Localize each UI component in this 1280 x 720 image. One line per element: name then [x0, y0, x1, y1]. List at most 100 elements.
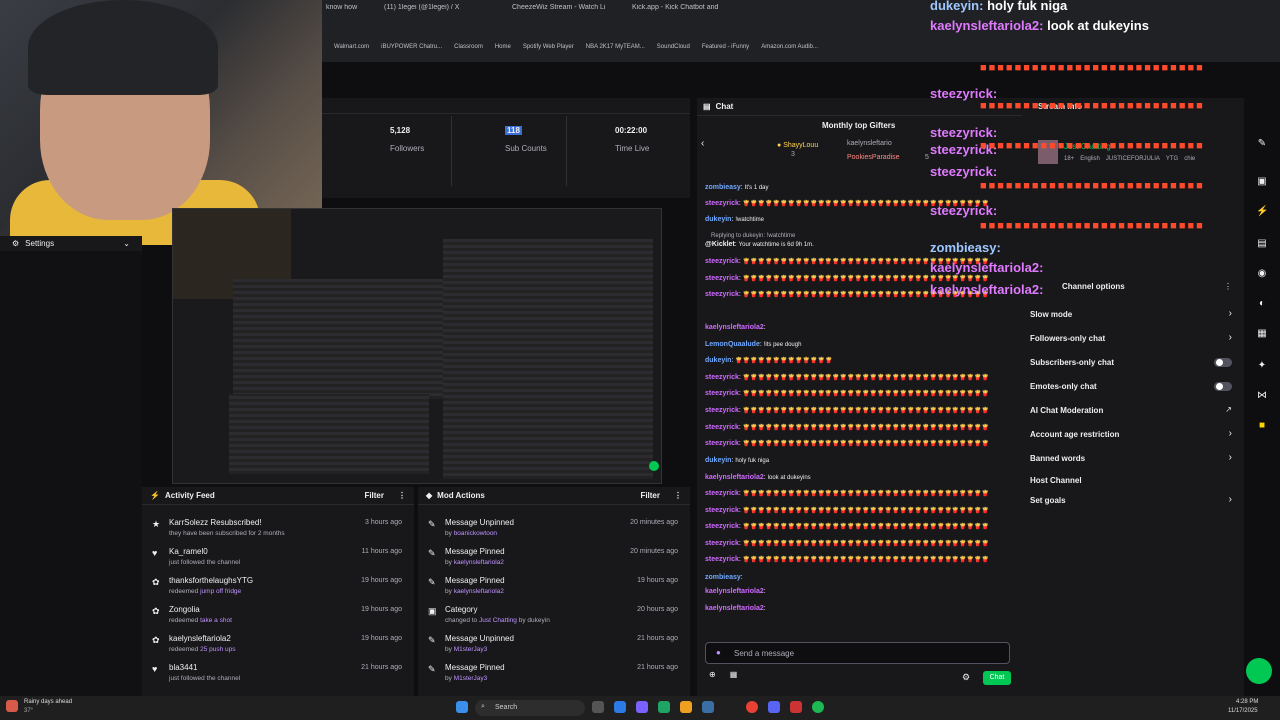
- layout-icon[interactable]: ▦: [1256, 328, 1268, 340]
- panel-title: Mod Actions: [437, 491, 485, 500]
- browser-tab[interactable]: Kick.app - Kick Chatbot and: [632, 4, 742, 18]
- more-icon[interactable]: ⋮: [674, 491, 682, 500]
- overlay-username: kaelynsleftariola2: [930, 18, 1040, 33]
- help-button[interactable]: [1246, 658, 1272, 684]
- windows-start-icon[interactable]: [456, 701, 468, 713]
- emote-icon[interactable]: ⊕: [709, 670, 716, 684]
- toggle-switch[interactable]: [1214, 358, 1232, 367]
- bookmark[interactable]: Featured - iFunny: [702, 44, 749, 56]
- user-link[interactable]: kaelynsleftariola2: [454, 559, 504, 566]
- chat-message-text: 🍟🍟🍟🍟🍟🍟🍟🍟🍟🍟🍟🍟🍟🍟🍟🍟🍟🍟🍟🍟🍟🍟🍟🍟🍟🍟🍟🍟🍟🍟🍟🍟🍟: [742, 557, 990, 563]
- mic-icon[interactable]: ◐: [1256, 298, 1268, 310]
- browser-tab[interactable]: (11) 1legei (@1legei) / X: [384, 4, 494, 18]
- reward-link[interactable]: jump off fridge: [200, 588, 241, 595]
- reward-link[interactable]: 25 push ups: [200, 646, 235, 653]
- chat-message-text: look at dukeyins: [767, 475, 811, 481]
- chat-username[interactable]: steezyrick: [705, 540, 739, 547]
- reward-link[interactable]: take a shot: [200, 617, 232, 624]
- chat-username[interactable]: zombieasy: [705, 184, 741, 191]
- bookmark[interactable]: iBUYPOWER Chatru...: [381, 44, 442, 56]
- channel-option-label: Set goals: [1030, 496, 1066, 505]
- more-icon[interactable]: ⋮: [398, 491, 406, 500]
- taskview-icon[interactable]: [592, 701, 604, 713]
- chat-username[interactable]: steezyrick: [705, 275, 739, 282]
- chat-username[interactable]: steezyrick: [705, 490, 739, 497]
- user-link[interactable]: M1sterJay3: [454, 646, 488, 653]
- browser-tab[interactable]: know how: [326, 4, 381, 18]
- chat-username[interactable]: dukeyin: [705, 216, 731, 223]
- chat-username[interactable]: steezyrick: [705, 374, 739, 381]
- chat-icon[interactable]: ◉: [1256, 268, 1268, 280]
- more-icon[interactable]: ⋮: [1224, 282, 1232, 291]
- bookmark[interactable]: Home: [495, 44, 511, 56]
- clipboard-icon[interactable]: ■: [1256, 420, 1268, 432]
- chevron-right-icon[interactable]: ›: [1229, 494, 1232, 505]
- gift-icon[interactable]: ▦: [730, 670, 738, 684]
- chat-username[interactable]: dukeyin: [705, 357, 731, 364]
- category-link[interactable]: Just Chatting: [479, 617, 517, 624]
- bookmark[interactable]: Amazon.com Audib...: [761, 44, 818, 56]
- bookmark[interactable]: SoundCloud: [657, 44, 690, 56]
- document-icon[interactable]: ▤: [1256, 238, 1268, 250]
- chevron-right-icon[interactable]: ›: [1229, 428, 1232, 439]
- chat-username[interactable]: zombieasy: [705, 574, 741, 581]
- folder-icon[interactable]: [680, 701, 692, 713]
- chat-username[interactable]: dukeyin: [705, 457, 731, 464]
- app-icon[interactable]: [636, 701, 648, 713]
- spotify-icon[interactable]: [812, 701, 824, 713]
- share-icon[interactable]: ⋈: [1256, 390, 1268, 402]
- chat-username[interactable]: kaelynsleftariola2: [705, 605, 764, 612]
- browser-tab[interactable]: CheezeWiz Stream - Watch Li: [512, 4, 622, 18]
- chat-username[interactable]: steezyrick: [705, 390, 739, 397]
- chat-username[interactable]: steezyrick: [705, 291, 739, 298]
- chevron-left-icon[interactable]: ‹: [701, 138, 704, 149]
- user-link[interactable]: boanickowtoon: [454, 530, 497, 537]
- chat-username[interactable]: @Kicklet: [705, 241, 735, 248]
- chat-username[interactable]: kaelynsleftariola2: [705, 474, 764, 481]
- chat-username[interactable]: steezyrick: [705, 258, 739, 265]
- filter-button[interactable]: Filter: [640, 491, 660, 500]
- chevron-right-icon[interactable]: ›: [1229, 452, 1232, 463]
- mic-icon[interactable]: ●: [716, 648, 721, 657]
- taskbar-search[interactable]: ⌕ Search: [475, 700, 585, 716]
- activity-row: ♥ Ka_ramel0 just followed the channel 11…: [142, 544, 414, 573]
- chat-username[interactable]: steezyrick: [705, 556, 739, 563]
- chat-input[interactable]: ● Send a message: [705, 642, 1010, 664]
- bookmark[interactable]: Classroom: [454, 44, 483, 56]
- chevron-right-icon[interactable]: ›: [1229, 332, 1232, 343]
- app-icon[interactable]: [790, 701, 802, 713]
- settings-header[interactable]: ⚙ Settings ⌄: [0, 236, 142, 251]
- mod-row: ✎ Message Pinned by kaelynsleftariola2 2…: [418, 544, 690, 573]
- activity-row: ✿ thanksforthelaughsYTG redeemed jump of…: [142, 573, 414, 602]
- chrome-icon[interactable]: [746, 701, 758, 713]
- app-icon[interactable]: [614, 701, 626, 713]
- chat-username[interactable]: LemonQuaalude: [705, 341, 760, 348]
- chat-username[interactable]: kaelynsleftariola2: [705, 588, 764, 595]
- chat-username[interactable]: steezyrick: [705, 200, 739, 207]
- app-icon[interactable]: [702, 701, 714, 713]
- chat-send-button[interactable]: Chat: [983, 671, 1011, 685]
- chat-username[interactable]: steezyrick: [705, 424, 739, 431]
- user-link[interactable]: kaelynsleftariola2: [454, 588, 504, 595]
- toggle-switch[interactable]: [1214, 382, 1232, 391]
- chat-username[interactable]: steezyrick: [705, 440, 739, 447]
- chat-toolbar: ⊕ ▦: [705, 670, 925, 684]
- discord-icon[interactable]: [768, 701, 780, 713]
- app-icon[interactable]: [658, 701, 670, 713]
- chevron-right-icon[interactable]: ›: [1229, 308, 1232, 319]
- filter-button[interactable]: Filter: [364, 491, 384, 500]
- external-link-icon[interactable]: ↗: [1225, 405, 1232, 414]
- gear-icon[interactable]: ⚙: [962, 672, 970, 683]
- chat-username[interactable]: steezyrick: [705, 407, 739, 414]
- chat-username[interactable]: steezyrick: [705, 523, 739, 530]
- stream-preview[interactable]: [172, 208, 662, 484]
- bookmark[interactable]: NBA 2K17 MyTEAM...: [586, 44, 645, 56]
- bookmark[interactable]: Walmart.com: [334, 44, 369, 56]
- tools-icon[interactable]: ✦: [1256, 360, 1268, 372]
- lightning-icon[interactable]: ⚡: [1256, 206, 1268, 218]
- chat-username[interactable]: steezyrick: [705, 507, 739, 514]
- chat-username[interactable]: kaelynsleftariola2: [705, 324, 764, 331]
- bookmark[interactable]: Spotify Web Player: [523, 44, 574, 56]
- channel-option-label: Emotes-only chat: [1030, 382, 1097, 391]
- user-link[interactable]: M1sterJay3: [454, 675, 488, 682]
